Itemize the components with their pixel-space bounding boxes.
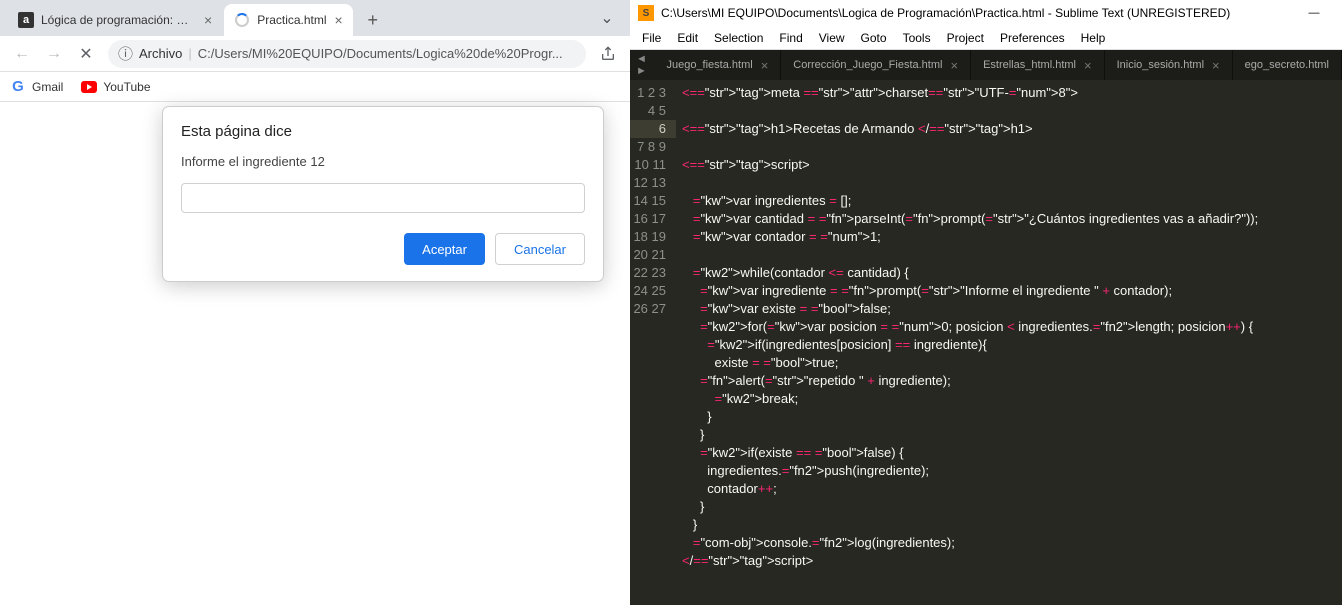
dialog-message: Informe el ingrediente 12 (181, 154, 585, 169)
close-icon[interactable]: × (204, 12, 212, 28)
titlebar: S C:\Users\MI EQUIPO\Documents\Logica de… (630, 0, 1342, 26)
menu-preferences[interactable]: Preferences (992, 26, 1073, 49)
url-text: C:/Users/MI%20EQUIPO/Documents/Logica%20… (198, 46, 563, 61)
tab-title: Practica.html (257, 13, 326, 27)
divider: | (188, 46, 191, 61)
toolbar: ← → ✕ ⓘ Archivo | C:/Users/MI%20EQUIPO/D… (0, 36, 630, 72)
page-content: Esta página dice Informe el ingrediente … (0, 102, 630, 605)
close-icon[interactable]: × (1212, 58, 1220, 73)
loading-spinner-icon (234, 12, 250, 28)
bookmarks-bar: G Gmail YouTube (0, 72, 630, 102)
editor-tab-3[interactable]: Inicio_sesión.html × (1105, 50, 1233, 80)
menu-help[interactable]: Help (1073, 26, 1114, 49)
close-icon[interactable]: × (950, 58, 958, 73)
forward-button[interactable]: → (40, 40, 68, 68)
editor[interactable]: 1 2 3 4 5 6 7 8 9 10 11 12 13 14 15 16 1… (630, 80, 1342, 605)
tab-title: Lógica de programación: Concep (41, 13, 196, 27)
cancel-button[interactable]: Cancelar (495, 233, 585, 265)
accept-button[interactable]: Aceptar (404, 233, 485, 265)
bookmark-gmail[interactable]: G Gmail (10, 79, 63, 95)
editor-tab-0[interactable]: Juego_fiesta.html × (654, 50, 781, 80)
url-scheme: Archivo (139, 46, 182, 61)
back-button[interactable]: ← (8, 40, 36, 68)
menu-file[interactable]: File (634, 26, 669, 49)
bookmark-label: YouTube (103, 80, 150, 94)
menu-goto[interactable]: Goto (853, 26, 895, 49)
code-area[interactable]: <=="str">"tag">meta =="str">"attr">chars… (676, 80, 1342, 605)
tab-nav-arrows[interactable]: ◄ ► (630, 50, 654, 80)
alura-icon: a (18, 12, 34, 28)
gutter: 1 2 3 4 5 6 7 8 9 10 11 12 13 14 15 16 1… (630, 80, 676, 605)
bookmark-label: Gmail (32, 80, 63, 94)
bookmark-youtube[interactable]: YouTube (81, 79, 150, 95)
chrome-window: a Lógica de programación: Concep × Pract… (0, 0, 630, 605)
menu-find[interactable]: Find (771, 26, 810, 49)
menu-project[interactable]: Project (939, 26, 992, 49)
dialog-input[interactable] (181, 183, 585, 213)
close-icon[interactable]: × (335, 12, 343, 28)
google-icon: G (10, 79, 26, 95)
menu-edit[interactable]: Edit (669, 26, 706, 49)
browser-tab-0[interactable]: a Lógica de programación: Concep × (8, 4, 222, 36)
tab-label: Juego_fiesta.html (666, 59, 752, 71)
editor-tabs: ◄ ► Juego_fiesta.html × Corrección_Juego_… (630, 50, 1342, 80)
dialog-title: Esta página dice (181, 123, 585, 140)
tab-label: Estrellas_html.html (983, 59, 1076, 71)
site-info-icon[interactable]: ⓘ (118, 43, 133, 64)
share-icon[interactable] (594, 40, 622, 68)
youtube-icon (81, 79, 97, 95)
menubar: File Edit Selection Find View Goto Tools… (630, 26, 1342, 50)
close-icon[interactable]: × (1084, 58, 1092, 73)
tab-strip: a Lógica de programación: Concep × Pract… (0, 0, 630, 36)
close-icon[interactable]: × (761, 58, 769, 73)
dialog-buttons: Aceptar Cancelar (181, 233, 585, 265)
editor-tab-2[interactable]: Estrellas_html.html × (971, 50, 1105, 80)
editor-tab-4[interactable]: ego_secreto.html (1233, 50, 1342, 80)
sublime-icon: S (638, 5, 654, 21)
tab-label: Inicio_sesión.html (1117, 59, 1204, 71)
tab-label: Corrección_Juego_Fiesta.html (793, 59, 942, 71)
menu-tools[interactable]: Tools (895, 26, 939, 49)
menu-view[interactable]: View (811, 26, 853, 49)
js-prompt-dialog: Esta página dice Informe el ingrediente … (162, 106, 604, 282)
new-tab-button[interactable]: + (359, 6, 387, 34)
tab-label: ego_secreto.html (1245, 59, 1329, 71)
minimize-button[interactable]: — (1294, 0, 1334, 26)
menu-selection[interactable]: Selection (706, 26, 771, 49)
address-bar[interactable]: ⓘ Archivo | C:/Users/MI%20EQUIPO/Documen… (108, 40, 586, 68)
sublime-window: S C:\Users\MI EQUIPO\Documents\Logica de… (630, 0, 1342, 605)
editor-tab-1[interactable]: Corrección_Juego_Fiesta.html × (781, 50, 971, 80)
window-title: C:\Users\MI EQUIPO\Documents\Logica de P… (661, 6, 1294, 20)
chevron-down-icon[interactable]: ⌄ (592, 4, 622, 32)
browser-tab-1[interactable]: Practica.html × (224, 4, 353, 36)
stop-button[interactable]: ✕ (72, 40, 100, 68)
